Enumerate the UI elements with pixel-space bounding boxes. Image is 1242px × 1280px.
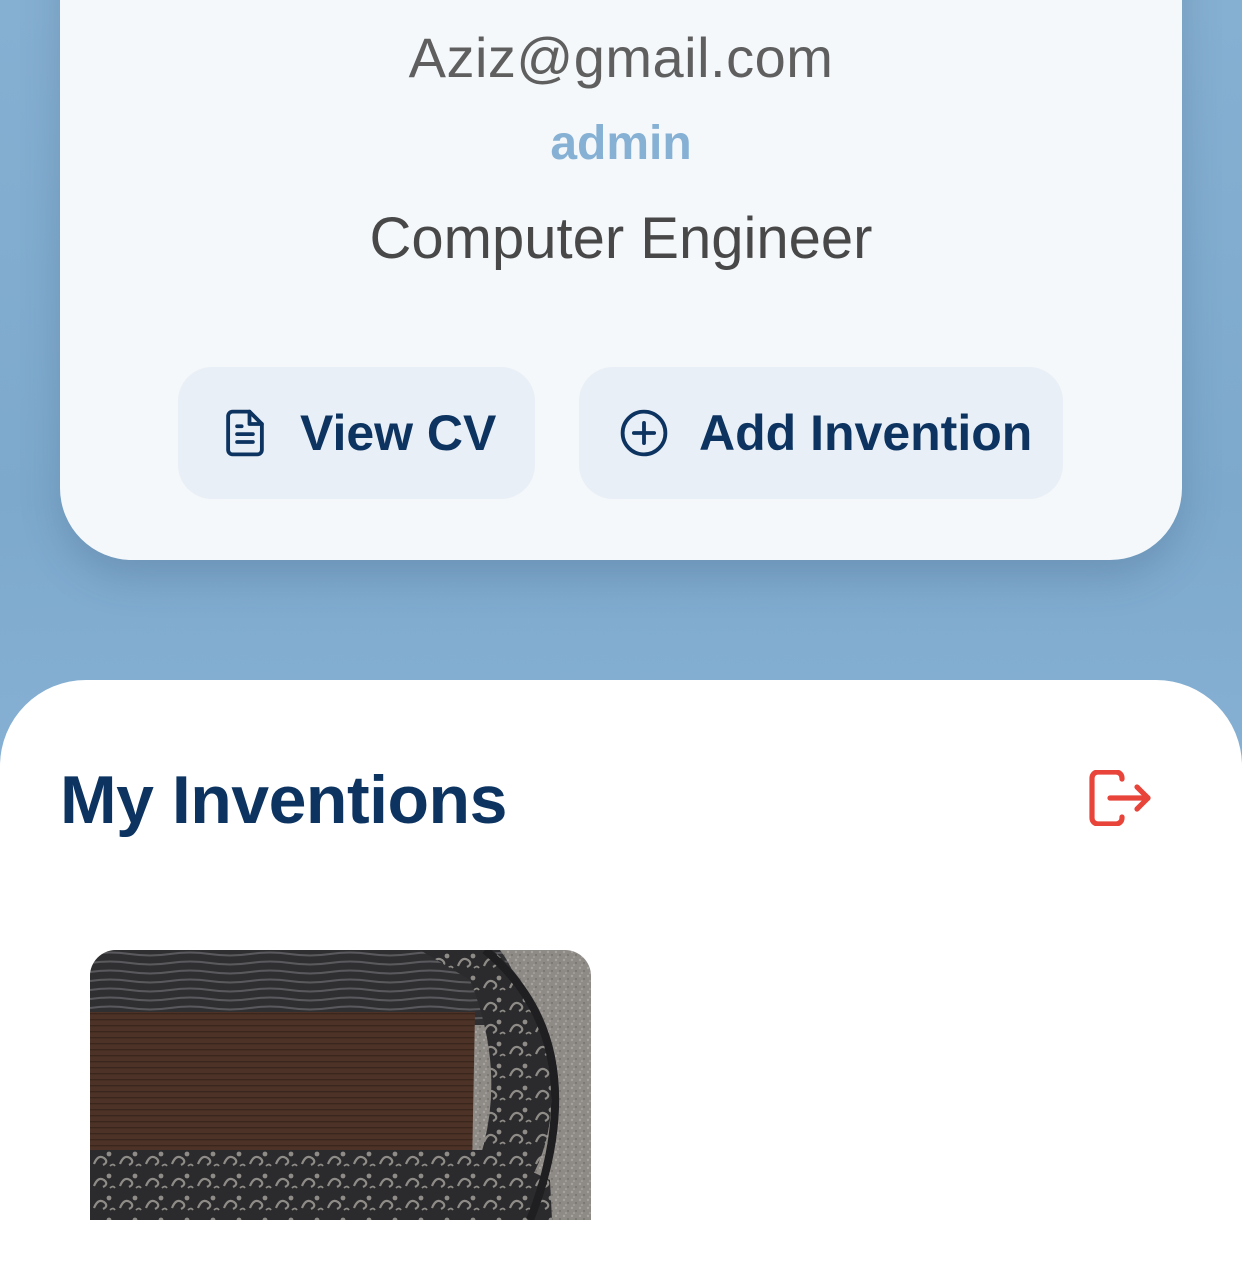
view-cv-label: View CV <box>300 405 497 461</box>
invention-card[interactable] <box>90 950 591 1220</box>
invention-image <box>90 950 591 1220</box>
plus-circle-icon <box>617 406 671 460</box>
view-cv-button[interactable]: View CV <box>178 367 535 499</box>
add-invention-label: Add Invention <box>699 405 1033 461</box>
document-icon <box>218 406 272 460</box>
inventions-title: My Inventions <box>60 762 507 838</box>
profile-card: Aziz@gmail.com admin Computer Engineer V… <box>60 0 1182 560</box>
profile-email: Aziz@gmail.com <box>408 26 834 89</box>
logout-icon[interactable] <box>1088 770 1154 826</box>
profile-profession: Computer Engineer <box>369 206 873 271</box>
add-invention-button[interactable]: Add Invention <box>579 367 1063 499</box>
inventions-sheet: My Inventions <box>0 680 1242 1280</box>
profile-role: admin <box>550 117 692 170</box>
